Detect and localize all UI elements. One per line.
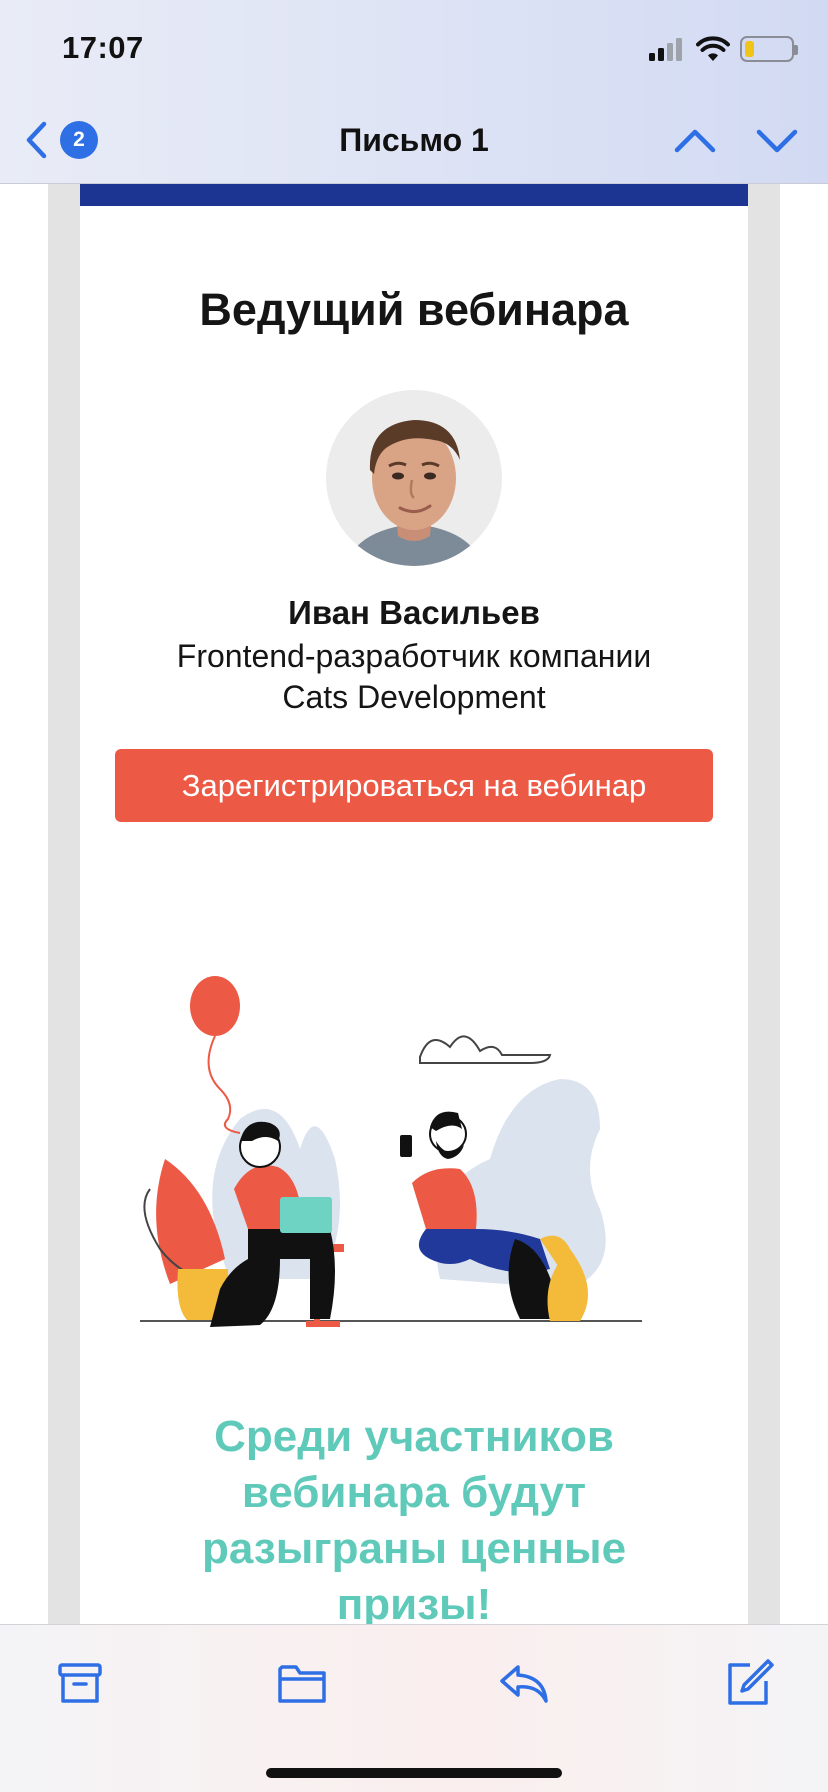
status-time: 17:07 bbox=[62, 30, 144, 65]
cellular-signal-icon bbox=[649, 38, 682, 61]
message-navigation bbox=[672, 120, 800, 160]
prizes-text: Среди участников вебинара будут разыгран… bbox=[201, 1412, 627, 1624]
email-card: Ведущий вебинара Иван Васильев Frontend-… bbox=[80, 184, 748, 1624]
archive-icon[interactable] bbox=[54, 1657, 106, 1709]
email-body[interactable]: Ведущий вебинара Иван Васильев Frontend-… bbox=[0, 184, 828, 1624]
wifi-icon bbox=[696, 36, 730, 61]
card-header-bar bbox=[80, 184, 748, 206]
home-indicator[interactable] bbox=[266, 1768, 562, 1778]
host-role-line-1: Frontend-разработчик компании bbox=[176, 638, 652, 674]
compose-icon[interactable] bbox=[722, 1657, 774, 1709]
host-avatar-photo bbox=[326, 390, 502, 566]
status-icons bbox=[648, 36, 798, 62]
host-name: Иван Васильев bbox=[288, 594, 540, 631]
nav-bar: 2 Письмо 1 bbox=[0, 100, 828, 184]
reply-icon[interactable] bbox=[498, 1657, 550, 1709]
folder-icon[interactable] bbox=[276, 1657, 328, 1709]
status-bar: 17:07 bbox=[0, 0, 828, 100]
top-header: 17:07 2 Письмо 1 bbox=[0, 0, 828, 184]
battery-level bbox=[745, 41, 754, 57]
webinar-people-illustration bbox=[130, 929, 698, 1359]
register-webinar-button[interactable]: Зарегистрироваться на вебинар bbox=[115, 749, 713, 822]
bottom-toolbar bbox=[0, 1624, 828, 1792]
chevron-down-icon[interactable] bbox=[754, 120, 800, 160]
chevron-up-icon[interactable] bbox=[672, 120, 718, 160]
battery-icon bbox=[740, 36, 798, 62]
host-heading: Ведущий вебинара bbox=[199, 284, 629, 335]
host-role-line-2: Cats Development bbox=[282, 679, 546, 715]
host-role: Frontend-разработчик компании Cats Devel… bbox=[80, 636, 748, 718]
